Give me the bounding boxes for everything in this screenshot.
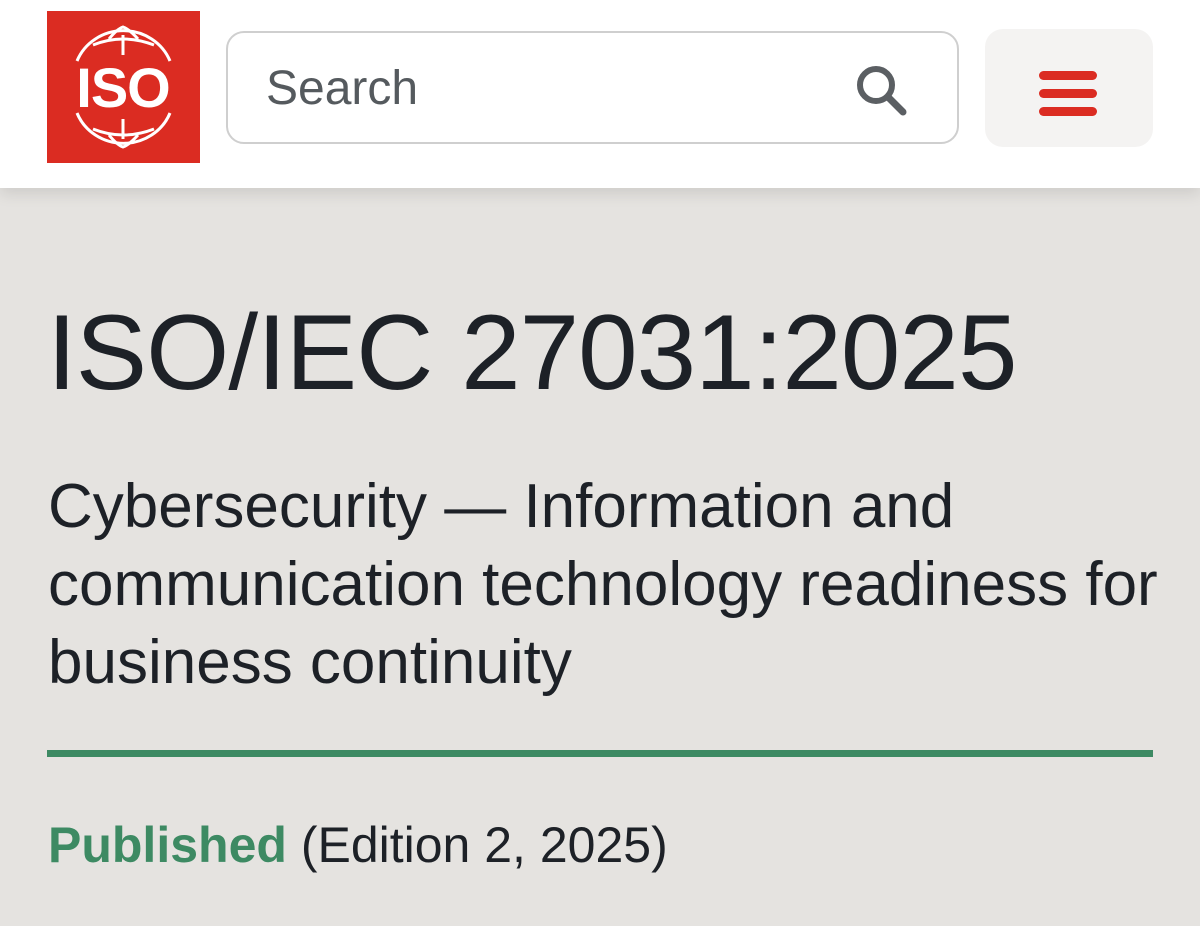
standard-title: Cybersecurity — Information and communic… — [48, 472, 1158, 697]
publication-status: Published (Edition 2, 2025) — [48, 812, 668, 878]
section-divider — [47, 750, 1153, 757]
menu-button[interactable] — [985, 29, 1153, 147]
globe-icon: ISO — [75, 25, 172, 149]
search-box[interactable] — [226, 31, 959, 144]
status-label: Published — [48, 817, 287, 873]
logo-text: ISO — [76, 56, 169, 119]
search-icon[interactable] — [852, 61, 912, 121]
iso-logo[interactable]: ISO — [47, 11, 200, 163]
search-input[interactable] — [266, 53, 826, 123]
edition-info: (Edition 2, 2025) — [300, 817, 668, 873]
site-header: ISO — [0, 0, 1200, 188]
standard-code: ISO/IEC 27031:2025 — [47, 292, 1017, 412]
